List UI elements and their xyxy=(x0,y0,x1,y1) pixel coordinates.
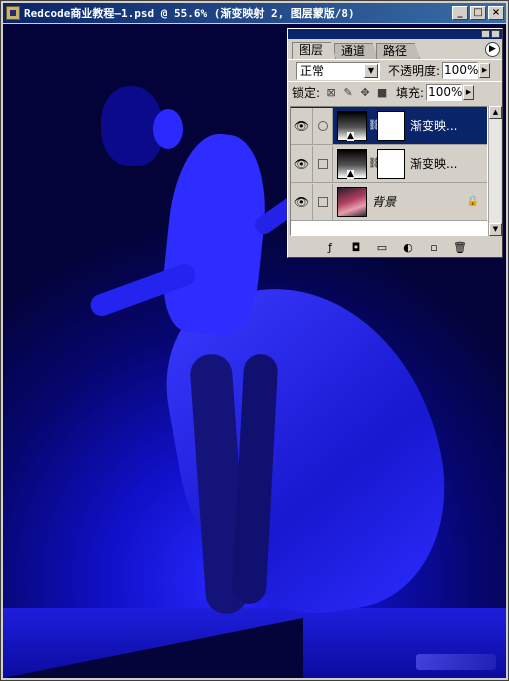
lock-label: 锁定: xyxy=(292,86,321,100)
background-thumbnail[interactable] xyxy=(337,186,367,217)
scroll-up-icon[interactable]: ▲ xyxy=(489,106,502,119)
maximize-button[interactable]: □ xyxy=(470,6,486,20)
photoshop-document-icon xyxy=(6,6,20,20)
panel-minimize-button[interactable] xyxy=(481,30,490,38)
lock-all-icon[interactable]: ■ xyxy=(376,86,388,99)
opacity-slider-arrow-icon[interactable]: ▶ xyxy=(479,63,491,78)
dancer-face xyxy=(153,109,183,149)
blend-mode-select[interactable]: 正常 ▼ xyxy=(296,61,380,80)
layers-list: 👁 ⛓ 渐变映... 👁 ⛓ 渐变映... 👁 背景 🔒 xyxy=(290,106,488,236)
lock-icon: 🔒 xyxy=(466,196,479,207)
tab-paths[interactable]: 路径 xyxy=(376,43,421,59)
panel-bottom-toolbar: ƒ ◘ ▭ ◐ ▫ 🗑 xyxy=(290,239,500,255)
layer-background[interactable]: 👁 背景 🔒 xyxy=(291,183,487,221)
blend-row: 正常 ▼ 不透明度: 100% ▶ xyxy=(288,59,502,81)
lock-brush-icon[interactable]: ✎ xyxy=(342,86,354,99)
link-icon[interactable]: ⛓ xyxy=(368,120,381,131)
tab-channels[interactable]: 通道 xyxy=(334,43,379,59)
layer-gradient-map-1[interactable]: 👁 ⛓ 渐变映... xyxy=(291,145,487,183)
layer-mask-thumbnail[interactable] xyxy=(377,148,405,179)
close-button[interactable]: × xyxy=(488,6,504,20)
minimize-button[interactable]: _ xyxy=(452,6,468,20)
eye-icon[interactable]: 👁 xyxy=(291,107,313,144)
layer-gradient-map-2[interactable]: 👁 ⛓ 渐变映... xyxy=(291,107,487,145)
tab-layers[interactable]: 图层 xyxy=(292,42,337,59)
panel-tabs: 图层 通道 路径 ▶ xyxy=(288,41,502,59)
window-title: Redcode商业教程—1.psd @ 55.6% (渐变映射 2, 图层蒙版/… xyxy=(24,7,355,20)
scroll-down-icon[interactable]: ▼ xyxy=(489,223,502,236)
title-bar[interactable]: Redcode商业教程—1.psd @ 55.6% (渐变映射 2, 图层蒙版/… xyxy=(3,3,506,23)
stage-step xyxy=(3,618,303,678)
new-layer-icon[interactable]: ▫ xyxy=(427,241,442,254)
fill-label: 填充: xyxy=(396,86,425,100)
chevron-down-icon[interactable]: ▼ xyxy=(364,63,378,78)
delete-layer-icon[interactable]: 🗑 xyxy=(453,241,468,254)
document-window: Redcode商业教程—1.psd @ 55.6% (渐变映射 2, 图层蒙版/… xyxy=(0,0,509,681)
mask-edit-icon[interactable] xyxy=(313,107,333,144)
eye-icon[interactable]: 👁 xyxy=(291,145,313,182)
opacity-input[interactable]: 100% xyxy=(442,62,478,79)
adjustment-thumbnail[interactable] xyxy=(337,110,367,141)
layer-mask-thumbnail[interactable] xyxy=(377,110,405,141)
lock-transparency-icon[interactable]: ⊠ xyxy=(325,86,337,99)
lock-move-icon[interactable]: ✥ xyxy=(359,86,371,99)
eye-icon[interactable]: 👁 xyxy=(291,183,313,220)
panel-menu-icon[interactable]: ▶ xyxy=(485,42,500,57)
layer-name: 渐变映... xyxy=(410,119,458,133)
panel-header[interactable] xyxy=(288,29,502,39)
lock-row: 锁定: ⊠ ✎ ✥ ■ 填充: 100% ▶ xyxy=(288,81,502,103)
new-adjustment-layer-icon[interactable]: ◐ xyxy=(401,241,416,254)
layers-scrollbar[interactable]: ▲ ▼ xyxy=(488,106,502,236)
new-group-icon[interactable]: ▭ xyxy=(375,241,390,254)
layer-style-icon[interactable]: ƒ xyxy=(323,241,338,254)
fill-input[interactable]: 100% xyxy=(426,84,462,101)
link-icon[interactable]: ⛓ xyxy=(368,158,381,169)
layer-name: 渐变映... xyxy=(410,157,458,171)
layers-panel: 图层 通道 路径 ▶ 正常 ▼ 不透明度: 100% ▶ 锁定: ⊠ ✎ ✥ ■… xyxy=(287,28,503,258)
adjustment-thumbnail[interactable] xyxy=(337,148,367,179)
layer-name: 背景 xyxy=(372,195,397,209)
brush-link-icon[interactable] xyxy=(313,183,333,220)
blend-mode-value: 正常 xyxy=(300,64,325,78)
opacity-label: 不透明度: xyxy=(388,64,441,78)
panel-close-button[interactable] xyxy=(491,30,500,38)
fill-slider-arrow-icon[interactable]: ▶ xyxy=(463,85,475,100)
add-mask-icon[interactable]: ◘ xyxy=(349,241,364,254)
brush-link-icon[interactable] xyxy=(313,145,333,182)
watermark-logo xyxy=(416,654,496,670)
